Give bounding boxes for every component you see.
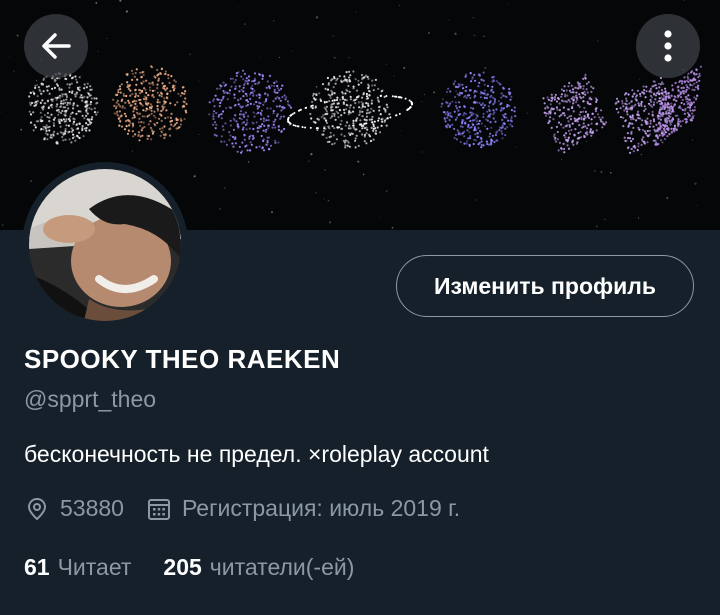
following-link[interactable]: 61 Читает: [24, 554, 131, 581]
arrow-left-icon: [42, 33, 71, 59]
back-button[interactable]: [24, 14, 88, 78]
edit-profile-button[interactable]: Изменить профиль: [396, 255, 694, 317]
avatar[interactable]: [22, 162, 188, 328]
bio: бесконечность не предел. ×roleplay accou…: [24, 441, 489, 467]
follow-stats: 61 Читает 205 читатели(-ей): [24, 554, 386, 581]
following-label: Читает: [57, 554, 132, 580]
location-text: 53880: [60, 495, 124, 521]
join-date: Регистрация: июль 2019 г.: [146, 495, 460, 522]
profile-meta: 53880 Регистрация: июль 2019 г.: [24, 495, 460, 522]
display-name: SPOOKY THEO RAEKEN: [24, 344, 341, 374]
followers-count: 205: [163, 554, 202, 580]
user-handle: @spprt_theo: [24, 386, 157, 412]
following-count: 61: [24, 554, 50, 580]
calendar-icon: [147, 498, 170, 520]
avatar-image: [29, 169, 181, 321]
followers-label: читатели(-ей): [209, 554, 355, 580]
vertical-dots-icon: [664, 30, 672, 62]
followers-link[interactable]: 205 читатели(-ей): [163, 554, 354, 581]
join-date-text: Регистрация: июль 2019 г.: [181, 495, 461, 521]
location-pin-icon: [27, 497, 47, 520]
more-options-button[interactable]: [636, 14, 700, 78]
location: 53880: [24, 495, 124, 522]
